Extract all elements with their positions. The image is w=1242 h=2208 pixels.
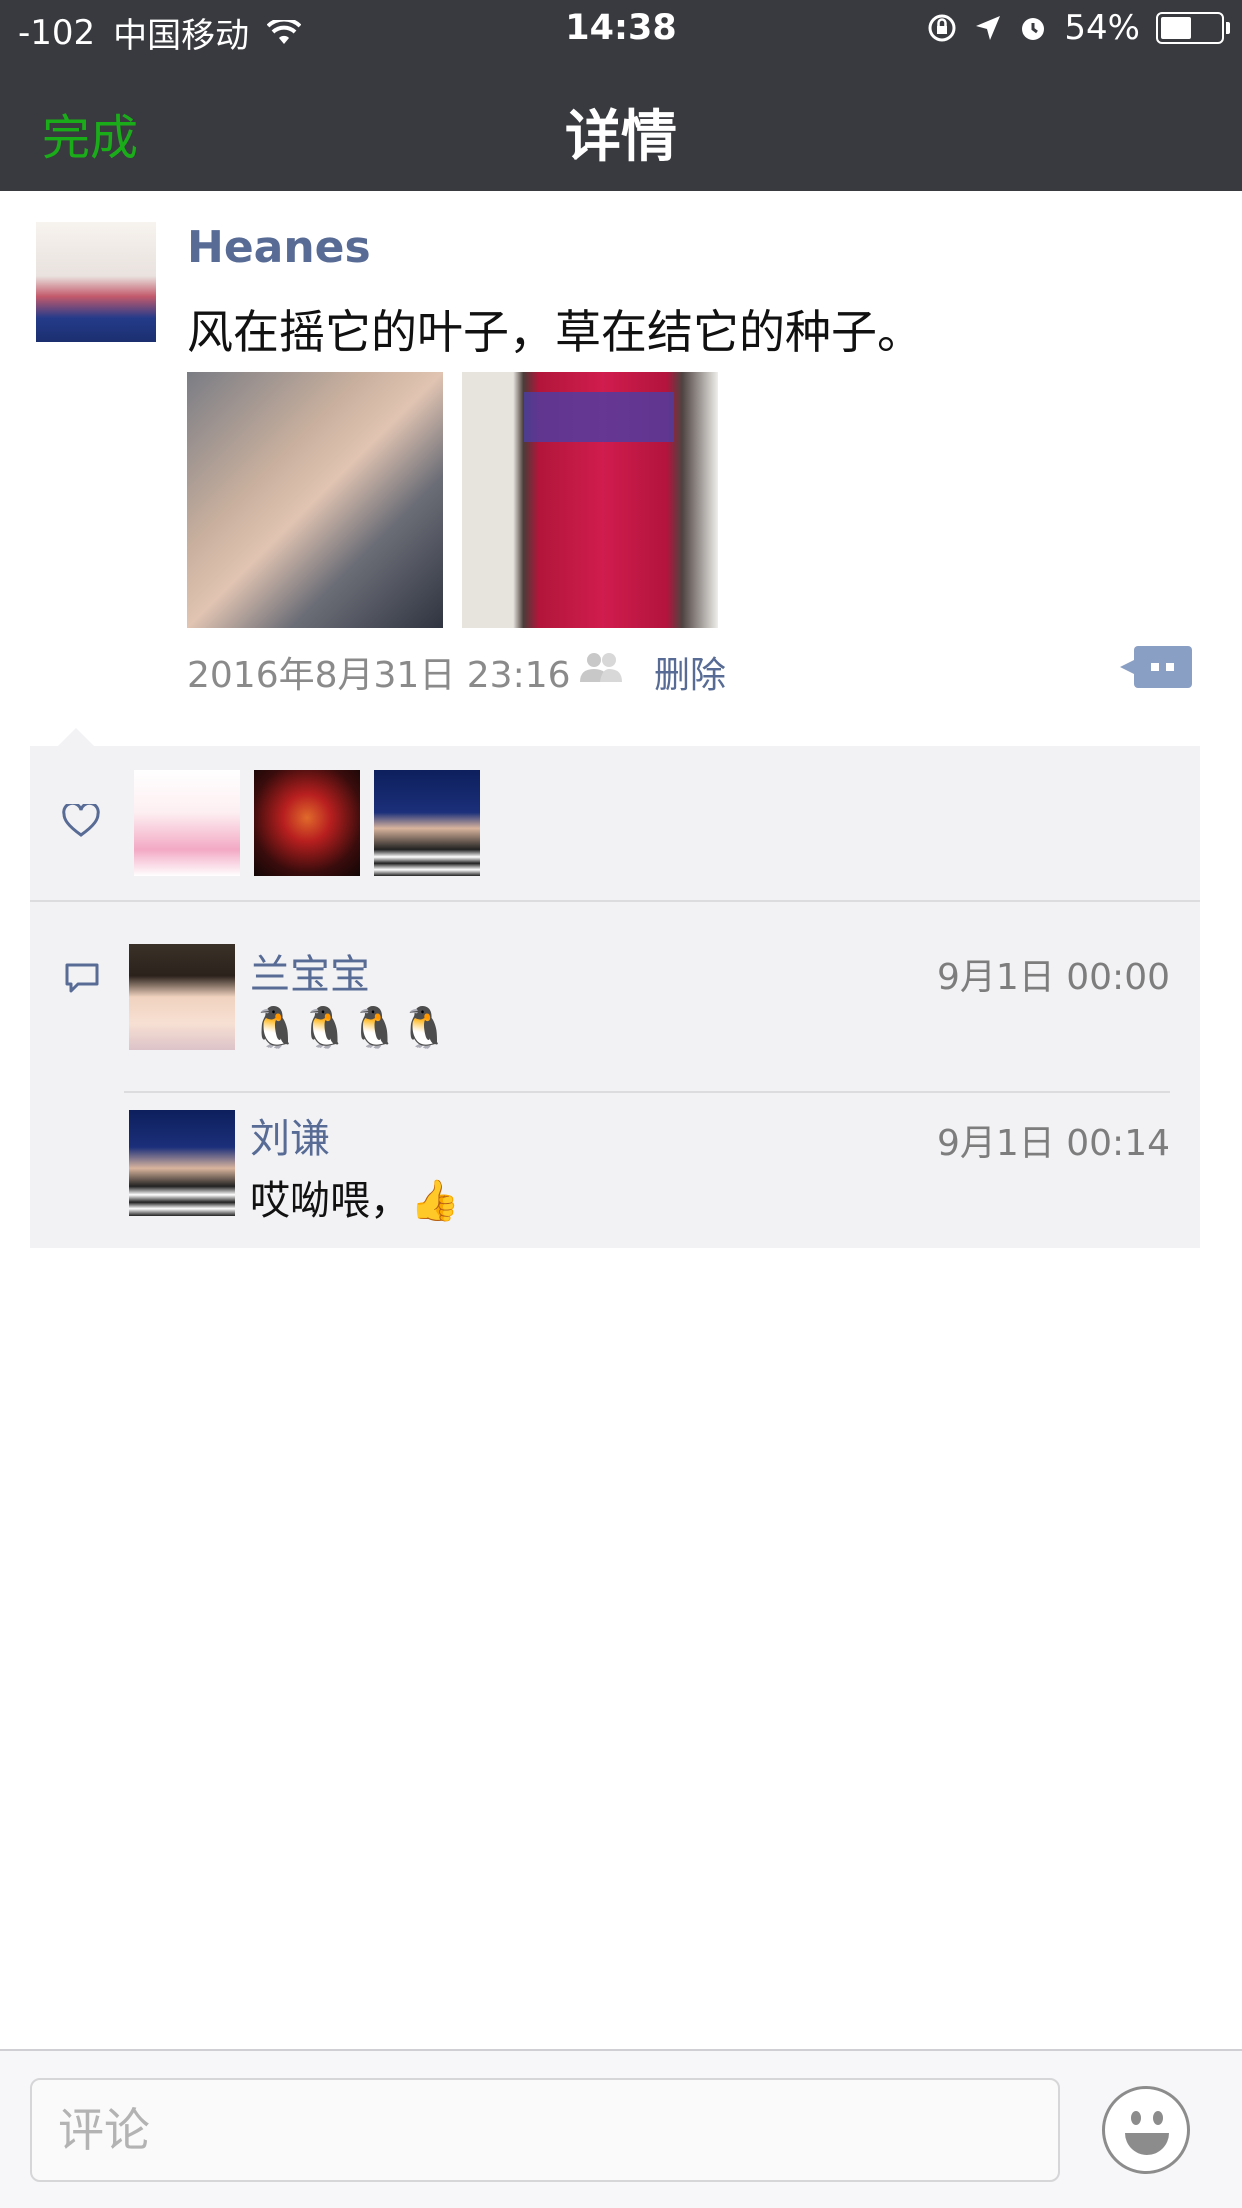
status-bar: -102 中国移动 14:38 54%	[0, 0, 1242, 62]
heart-icon	[62, 804, 100, 837]
delete-button[interactable]: 删除	[654, 646, 726, 698]
comment-avatar[interactable]	[129, 1110, 235, 1216]
location-arrow-icon	[976, 16, 1001, 40]
comment-avatar[interactable]	[129, 944, 235, 1050]
comment-time: 9月1日 00:14	[937, 1123, 1170, 1164]
comment-text[interactable]: 哎呦喂，👍	[250, 1168, 460, 1226]
comment-icon	[65, 963, 99, 993]
photo-detail	[524, 392, 674, 442]
comment-time: 9月1日 00:00	[937, 957, 1170, 998]
like-avatar-2[interactable]	[254, 770, 360, 876]
alarm-icon	[1022, 18, 1045, 40]
comment-divider	[124, 1091, 1170, 1093]
author-avatar[interactable]	[36, 222, 156, 342]
top-bar: -102 中国移动 14:38 54% 完成 详情	[0, 0, 1242, 191]
author-name[interactable]: Heanes	[187, 222, 371, 273]
smiley-eye	[1153, 2111, 1163, 2125]
orientation-lock-icon	[928, 14, 956, 42]
battery-level	[1161, 17, 1191, 39]
comment-input[interactable]	[30, 2078, 1060, 2182]
battery-percent: 54%	[1064, 8, 1140, 48]
battery-icon	[1156, 12, 1230, 44]
post-timestamp: 2016年8月31日 23:16	[187, 655, 571, 696]
smiley-eye	[1131, 2111, 1141, 2125]
likes-divider	[30, 900, 1200, 902]
smiley-mouth	[1125, 2133, 1169, 2155]
comment-author[interactable]: 兰宝宝	[250, 942, 370, 1000]
comment-text[interactable]: 🐧🐧🐧🐧	[250, 1004, 449, 1051]
like-avatar-3[interactable]	[374, 770, 480, 876]
smiley-icon[interactable]	[1102, 2086, 1190, 2174]
post-photo-roses[interactable]	[462, 372, 718, 628]
panel-caret	[58, 728, 94, 746]
more-actions-button[interactable]	[1120, 646, 1192, 688]
like-avatar-1[interactable]	[134, 770, 240, 876]
post-photo-hands[interactable]	[187, 372, 443, 628]
friends-visibility-icon	[580, 653, 622, 682]
comment-author[interactable]: 刘谦	[250, 1106, 330, 1164]
more-dot	[1151, 663, 1159, 671]
page-title: 详情	[565, 105, 677, 170]
more-dot	[1166, 663, 1174, 671]
post-text: 风在摇它的叶子，草在结它的种子。	[187, 305, 923, 359]
